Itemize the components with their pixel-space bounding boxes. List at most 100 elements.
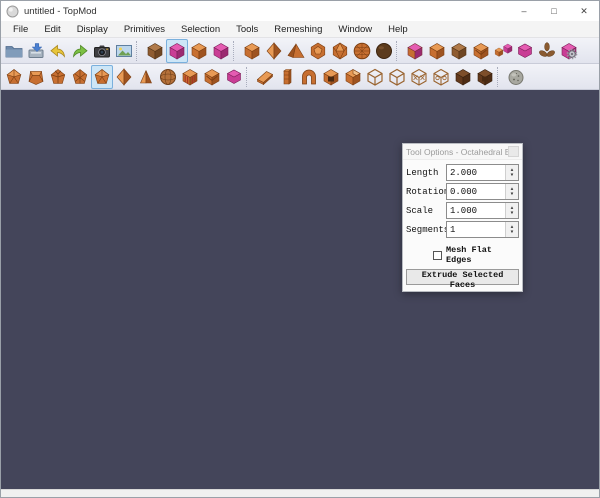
gear-cube-icon[interactable] bbox=[558, 39, 580, 63]
toolbar-separator bbox=[396, 41, 403, 61]
toolbar-separator bbox=[246, 67, 253, 87]
length-input[interactable] bbox=[447, 165, 505, 180]
menu-edit[interactable]: Edit bbox=[36, 22, 68, 37]
dome-facet-icon[interactable] bbox=[69, 65, 91, 89]
create-dodecahedron-icon[interactable] bbox=[307, 39, 329, 63]
maximize-button[interactable]: □ bbox=[539, 1, 569, 21]
open-file-icon[interactable] bbox=[3, 39, 25, 63]
undo-icon[interactable] bbox=[47, 39, 69, 63]
length-label: Length bbox=[406, 168, 446, 178]
menu-file[interactable]: File bbox=[5, 22, 36, 37]
mesh-sphere-icon[interactable] bbox=[157, 65, 179, 89]
cube-magenta-icon[interactable] bbox=[210, 39, 232, 63]
wireframe-x-cube-icon[interactable] bbox=[408, 65, 430, 89]
toolbar-separator bbox=[497, 67, 504, 87]
striped-cube-icon[interactable] bbox=[179, 65, 201, 89]
corner-cut-cube-icon[interactable] bbox=[342, 65, 364, 89]
segments-spinner[interactable]: ▲▼ bbox=[505, 222, 518, 237]
toolbar-tools bbox=[1, 64, 599, 90]
tool-options-dialog: Tool Options - Octahedral Ex... Length ▲▼… bbox=[402, 143, 523, 292]
save-file-icon[interactable] bbox=[25, 39, 47, 63]
wedge-icon[interactable] bbox=[254, 65, 276, 89]
dome-icon[interactable] bbox=[3, 65, 25, 89]
app-icon bbox=[6, 5, 19, 18]
rounded-cube-icon[interactable] bbox=[448, 39, 470, 63]
dialog-title: Tool Options - Octahedral Ex... bbox=[406, 147, 508, 157]
wireframe-hole-cube-icon[interactable] bbox=[430, 65, 452, 89]
dome-cut-icon[interactable] bbox=[47, 65, 69, 89]
create-soccer-ball-icon[interactable] bbox=[373, 39, 395, 63]
menu-help[interactable]: Help bbox=[380, 22, 416, 37]
pink-dodecahedron-icon[interactable] bbox=[514, 39, 536, 63]
rotation-label: Rotation bbox=[406, 187, 446, 197]
menu-remeshing[interactable]: Remeshing bbox=[266, 22, 330, 37]
screenshot-icon[interactable] bbox=[113, 39, 135, 63]
segments-label: Segments bbox=[406, 225, 446, 235]
create-tetrahedron-icon[interactable] bbox=[285, 39, 307, 63]
dome-cube-icon[interactable] bbox=[25, 65, 47, 89]
hollow-cube-icon[interactable] bbox=[320, 65, 342, 89]
create-octahedron-icon[interactable] bbox=[263, 39, 285, 63]
subdivided-cube-icon[interactable] bbox=[470, 39, 492, 63]
dark-cube2-icon[interactable] bbox=[474, 65, 496, 89]
cube-pink-orange-icon[interactable] bbox=[404, 39, 426, 63]
rotation-spinner[interactable]: ▲▼ bbox=[505, 184, 518, 199]
rotation-input[interactable] bbox=[447, 184, 505, 199]
menu-window[interactable]: Window bbox=[330, 22, 380, 37]
menu-selection[interactable]: Selection bbox=[173, 22, 228, 37]
wireframe-cube2-icon[interactable] bbox=[386, 65, 408, 89]
menu-primitives[interactable]: Primitives bbox=[116, 22, 173, 37]
mesh-flat-edges-label: Mesh Flat Edges bbox=[446, 245, 522, 265]
cube-pink-icon[interactable] bbox=[166, 39, 188, 63]
scale-input[interactable] bbox=[447, 203, 505, 218]
dome-select-icon[interactable] bbox=[91, 65, 113, 89]
rotation-spinbox: ▲▼ bbox=[446, 183, 519, 200]
dual-cubes-icon[interactable] bbox=[492, 39, 514, 63]
mesh-flat-edges-row[interactable]: Mesh Flat Edges bbox=[433, 245, 522, 265]
cube-wood-icon[interactable] bbox=[144, 39, 166, 63]
dark-cube-icon[interactable] bbox=[452, 65, 474, 89]
cube-plain-icon[interactable] bbox=[426, 39, 448, 63]
cube-orange-icon[interactable] bbox=[188, 39, 210, 63]
mesh-flat-edges-checkbox[interactable] bbox=[433, 251, 442, 260]
camera-icon[interactable] bbox=[91, 39, 113, 63]
field-row-scale: Scale ▲▼ bbox=[406, 202, 519, 219]
hex-prism-icon[interactable] bbox=[223, 65, 245, 89]
toolbar-primitives bbox=[1, 38, 599, 64]
extrude-selected-faces-button[interactable]: Extrude Selected Faces bbox=[406, 269, 519, 285]
scale-spinbox: ▲▼ bbox=[446, 202, 519, 219]
length-spinbox: ▲▼ bbox=[446, 164, 519, 181]
length-spinner[interactable]: ▲▼ bbox=[505, 165, 518, 180]
dialog-float-button[interactable] bbox=[508, 146, 519, 157]
scale-label: Scale bbox=[406, 206, 446, 216]
wireframe-cube-icon[interactable] bbox=[364, 65, 386, 89]
field-row-length: Length ▲▼ bbox=[406, 164, 519, 181]
close-button[interactable]: ✕ bbox=[569, 1, 599, 21]
notch-cube-icon[interactable] bbox=[201, 65, 223, 89]
scale-spinner[interactable]: ▲▼ bbox=[505, 203, 518, 218]
app-window: untitled - TopMod – □ ✕ FileEditDisplayP… bbox=[0, 0, 600, 498]
create-cube-icon[interactable] bbox=[241, 39, 263, 63]
segments-spinbox: ▲▼ bbox=[446, 221, 519, 238]
toolbar-separator bbox=[136, 41, 143, 61]
title-bar: untitled - TopMod – □ ✕ bbox=[1, 1, 599, 21]
minimize-button[interactable]: – bbox=[509, 1, 539, 21]
redo-icon[interactable] bbox=[69, 39, 91, 63]
cone-icon[interactable] bbox=[135, 65, 157, 89]
window-controls: – □ ✕ bbox=[509, 1, 599, 21]
arch-icon[interactable] bbox=[298, 65, 320, 89]
rock-sphere-icon[interactable] bbox=[505, 65, 527, 89]
dialog-title-bar[interactable]: Tool Options - Octahedral Ex... bbox=[403, 144, 522, 160]
menu-tools[interactable]: Tools bbox=[228, 22, 266, 37]
create-geodesic-sphere-icon[interactable] bbox=[351, 39, 373, 63]
octahedron-small-icon[interactable] bbox=[113, 65, 135, 89]
dialog-fields: Length ▲▼ Rotation ▲▼ Scale ▲▼ Segments ▲▼ bbox=[403, 160, 522, 242]
segments-input[interactable] bbox=[447, 222, 505, 237]
column-icon[interactable] bbox=[276, 65, 298, 89]
menu-display[interactable]: Display bbox=[69, 22, 116, 37]
create-icosahedron-icon[interactable] bbox=[329, 39, 351, 63]
propeller-icon[interactable] bbox=[536, 39, 558, 63]
field-row-segments: Segments ▲▼ bbox=[406, 221, 519, 238]
field-row-rotation: Rotation ▲▼ bbox=[406, 183, 519, 200]
menu-bar: FileEditDisplayPrimitivesSelectionToolsR… bbox=[1, 21, 599, 38]
